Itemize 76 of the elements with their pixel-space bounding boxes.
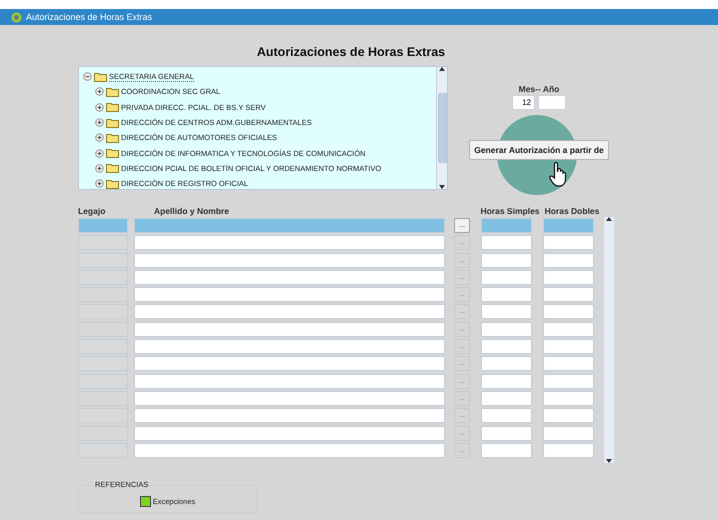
name-field[interactable] [134, 235, 445, 250]
double-hours-field[interactable] [543, 235, 594, 250]
double-hours-field[interactable] [543, 390, 594, 406]
column-header: Legajo [78, 206, 106, 216]
name-field[interactable] [134, 252, 445, 268]
simple-hours-field[interactable] [481, 304, 532, 320]
simple-hours-field[interactable] [481, 426, 532, 441]
name-field[interactable] [134, 322, 445, 337]
name-field[interactable] [134, 408, 445, 424]
scroll-up-icon[interactable] [439, 67, 445, 71]
legajo-field[interactable] [78, 218, 128, 233]
double-hours-field[interactable] [543, 374, 594, 389]
expand-icon[interactable] [95, 148, 104, 158]
year-field[interactable] [538, 95, 566, 110]
simple-hours-field[interactable] [481, 339, 532, 354]
simple-hours-field[interactable] [481, 356, 532, 372]
simple-hours-field[interactable] [481, 218, 532, 233]
column-header: Horas Dobles [544, 206, 600, 216]
expand-icon[interactable] [95, 179, 104, 188]
double-hours-field[interactable] [543, 408, 594, 424]
simple-hours-field[interactable] [481, 270, 532, 285]
simple-hours-field[interactable] [481, 252, 532, 268]
simple-hours-field[interactable] [481, 374, 532, 389]
folder-icon [94, 72, 107, 82]
simple-hours-field[interactable] [481, 442, 532, 458]
name-field[interactable] [134, 304, 445, 320]
scrollbar[interactable] [603, 216, 615, 464]
folder-icon [106, 86, 119, 97]
scrollbar[interactable] [436, 67, 447, 189]
double-hours-field[interactable] [543, 270, 594, 285]
double-hours-field[interactable] [543, 442, 594, 458]
folder-icon [106, 132, 119, 143]
double-hours-field[interactable] [543, 322, 594, 337]
folder-icon [106, 102, 119, 112]
column-header: Apellido y Nombre [153, 206, 230, 216]
name-field[interactable] [134, 270, 445, 285]
name-field[interactable] [134, 287, 445, 302]
scroll-up-icon[interactable] [606, 217, 612, 221]
expand-icon[interactable] [95, 102, 104, 112]
simple-hours-field[interactable] [481, 408, 532, 424]
name-field[interactable] [134, 218, 445, 233]
window-title: Autorizaciones de Horas Extras [26, 12, 152, 22]
name-field[interactable] [134, 356, 445, 372]
name-field[interactable] [134, 374, 445, 389]
expand-icon[interactable] [95, 118, 104, 128]
app-icon [11, 12, 22, 22]
scroll-down-icon[interactable] [606, 459, 612, 463]
column-header: Horas Simples [479, 206, 541, 216]
double-hours-field[interactable] [543, 287, 594, 302]
folder-icon [106, 118, 119, 128]
expand-icon[interactable] [95, 87, 104, 96]
collapse-icon[interactable] [83, 72, 92, 82]
generate-button[interactable]: Generar Autorización a partir de [469, 140, 609, 160]
double-hours-field[interactable] [543, 252, 594, 268]
double-hours-field[interactable] [543, 426, 594, 441]
name-field[interactable] [134, 442, 445, 458]
simple-hours-field[interactable] [481, 287, 532, 302]
scroll-down-icon[interactable] [439, 185, 445, 189]
page-heading: Autorizaciones de Horas Extras [256, 45, 446, 59]
double-hours-field[interactable] [543, 218, 594, 233]
expand-icon[interactable] [95, 133, 104, 142]
simple-hours-field[interactable] [481, 322, 532, 337]
period-label: Mes-- Año [518, 84, 560, 94]
name-field[interactable] [134, 390, 445, 406]
folder-icon [106, 178, 119, 189]
double-hours-field[interactable] [543, 304, 594, 320]
double-hours-field[interactable] [543, 356, 594, 372]
double-hours-field[interactable] [543, 339, 594, 354]
name-field[interactable] [134, 426, 445, 441]
folder-icon [106, 163, 119, 174]
month-field[interactable]: 12 [512, 95, 535, 110]
folder-icon [106, 148, 119, 158]
expand-icon[interactable] [95, 164, 104, 173]
simple-hours-field[interactable] [481, 235, 532, 250]
simple-hours-field[interactable] [481, 390, 532, 406]
name-field[interactable] [134, 339, 445, 354]
